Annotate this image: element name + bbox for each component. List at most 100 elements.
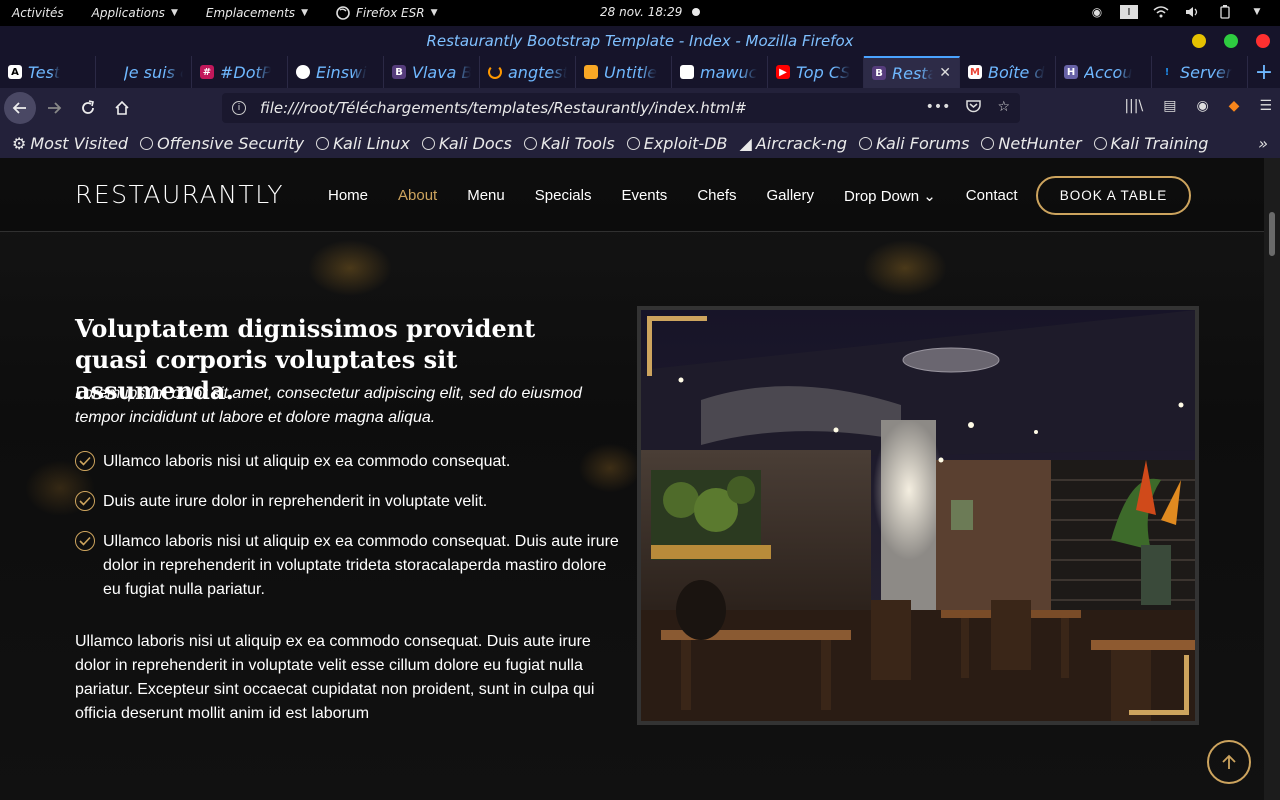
back-button[interactable] xyxy=(4,92,36,124)
bookmark-item[interactable]: Kali Tools xyxy=(523,134,615,153)
bookmarks-overflow-icon[interactable]: » xyxy=(1258,134,1268,153)
nav-specials[interactable]: Specials xyxy=(535,187,592,205)
bookmark-item[interactable]: Kali Docs xyxy=(421,134,512,153)
bookmark-item[interactable]: Offensive Security xyxy=(140,134,304,153)
nav-drop-down[interactable]: Drop Down ⌄ xyxy=(844,187,936,205)
account-icon[interactable]: ◉ xyxy=(1196,98,1208,114)
scrollbar-thumb[interactable] xyxy=(1269,212,1275,256)
new-tab-button[interactable]: + xyxy=(1248,56,1280,88)
nav-label: Drop Down xyxy=(844,188,920,205)
volume-icon[interactable] xyxy=(1184,5,1202,19)
warning-icon: ! xyxy=(1164,66,1170,78)
checklist-item: Duis aute irure dolor in reprehenderit i… xyxy=(75,490,620,514)
tab-label: Boîte d xyxy=(988,62,1045,82)
bookmark-item[interactable]: Kali Linux xyxy=(316,134,410,153)
bookmark-item[interactable]: Kali Training xyxy=(1093,134,1208,153)
tab-2[interactable]: # #DotP xyxy=(192,56,288,88)
nav-chefs[interactable]: Chefs xyxy=(697,187,736,205)
arrow-right-icon xyxy=(48,102,62,114)
tab-7[interactable]: mawuc xyxy=(672,56,768,88)
info-icon[interactable]: i xyxy=(232,101,246,115)
chevron-down-icon: ▼ xyxy=(430,8,438,18)
bookmark-star-icon[interactable]: ☆ xyxy=(997,99,1010,117)
globe-icon xyxy=(859,136,873,150)
hamburger-menu-icon[interactable]: ☰ xyxy=(1259,98,1272,114)
tab-11[interactable]: H Accou xyxy=(1056,56,1152,88)
home-button[interactable] xyxy=(106,92,138,124)
checklist-text: Duis aute irure dolor in reprehenderit i… xyxy=(103,493,488,510)
tab-8[interactable]: ▶ Top CS xyxy=(768,56,864,88)
youtube-icon: ▶ xyxy=(776,65,790,79)
globe-icon xyxy=(626,136,640,150)
nav-label: Contact xyxy=(965,187,1018,204)
nav-home[interactable]: Home xyxy=(328,187,368,205)
library-icon[interactable]: |||\ xyxy=(1124,98,1143,114)
keyboard-icon[interactable]: I xyxy=(1120,5,1138,19)
pocket-icon[interactable] xyxy=(966,99,982,117)
tab-strip: A Test Je suis ca # #DotP Einswi B Vlava B angte… xyxy=(0,56,1280,88)
tab-3[interactable]: Einswi xyxy=(288,56,384,88)
url-bar[interactable]: i file:///root/Téléchargements/templates… xyxy=(222,93,1020,123)
webcam-icon[interactable]: ◉ xyxy=(1088,5,1106,19)
sidebar-icon[interactable]: ▤ xyxy=(1163,98,1176,114)
a-icon: A xyxy=(8,65,22,79)
tab-4[interactable]: B Vlava B xyxy=(384,56,480,88)
firefox-app-menu[interactable]: Firefox ESR ▼ xyxy=(336,6,438,20)
tab-0[interactable]: A Test xyxy=(0,56,96,88)
nav-contact[interactable]: Contact xyxy=(966,187,1018,205)
applications-label: Applications xyxy=(91,6,165,20)
wifi-icon[interactable] xyxy=(1152,5,1170,19)
close-window-button[interactable] xyxy=(1256,34,1270,48)
clock[interactable]: 28 nov. 18:29 xyxy=(600,5,701,19)
book-a-table-button[interactable]: BOOK A TABLE xyxy=(1036,176,1191,215)
tab-5[interactable]: angtest xyxy=(480,56,576,88)
nav-gallery[interactable]: Gallery xyxy=(767,187,815,205)
page-scrollbar[interactable] xyxy=(1264,158,1280,800)
maximize-button[interactable] xyxy=(1224,34,1238,48)
bookmark-item[interactable]: Exploit-DB xyxy=(626,134,727,153)
gold-corner-bottom-right xyxy=(1129,655,1189,715)
tab-12[interactable]: ! Server xyxy=(1152,56,1248,88)
nav-menu[interactable]: Menu xyxy=(467,187,505,205)
tab-1[interactable]: Je suis ca xyxy=(96,56,192,88)
bookmark-label: Kali Forums xyxy=(876,133,970,153)
bookmark-item[interactable]: ◢ Aircrack-ng xyxy=(739,134,847,153)
globe-icon xyxy=(316,136,330,150)
nav-events[interactable]: Events xyxy=(621,187,667,205)
globe-icon xyxy=(1093,136,1107,150)
tab-label: Test xyxy=(28,62,61,82)
nav-about[interactable]: About xyxy=(398,187,437,205)
forward-button[interactable] xyxy=(38,92,70,124)
url-text[interactable]: file:///root/Téléchargements/templates/R… xyxy=(260,99,747,117)
system-menu-caret-icon[interactable]: ▼ xyxy=(1248,5,1266,19)
page-actions-icon[interactable]: ••• xyxy=(926,99,951,117)
back-to-top-button[interactable] xyxy=(1207,740,1251,784)
applications-menu[interactable]: Applications ▼ xyxy=(92,6,178,20)
nav-label: Events xyxy=(621,187,668,204)
metamask-icon[interactable]: ◆ xyxy=(1229,98,1240,114)
checklist-item: Ullamco laboris nisi ut aliquip ex ea co… xyxy=(75,530,620,602)
reload-button[interactable] xyxy=(72,92,104,124)
reload-icon xyxy=(82,100,94,114)
window-title: Restaurantly Bootstrap Template - Index … xyxy=(426,32,854,50)
tab-label: Vlava B xyxy=(412,62,471,82)
battery-icon[interactable] xyxy=(1216,5,1234,19)
github-icon xyxy=(296,65,310,79)
places-label: Emplacements xyxy=(205,6,296,20)
tab-6[interactable]: Untitle xyxy=(576,56,672,88)
tab-9[interactable]: B Resta ✕ xyxy=(864,56,960,88)
activities-button[interactable]: Activités xyxy=(12,6,64,20)
places-menu[interactable]: Emplacements ▼ xyxy=(206,6,308,20)
minimize-button[interactable] xyxy=(1192,34,1206,48)
bookmark-item[interactable]: ⚙ Most Visited xyxy=(12,134,128,153)
globe-icon xyxy=(523,136,537,150)
site-logo[interactable]: RESTAURANTLY xyxy=(75,180,284,209)
tab-label: Einswi xyxy=(316,62,367,82)
nav-label: Chefs xyxy=(697,187,737,204)
bootstrap-icon: B xyxy=(392,65,406,79)
bookmark-item[interactable]: Kali Forums xyxy=(859,134,969,153)
tab-10[interactable]: M Boîte d xyxy=(960,56,1056,88)
close-tab-icon[interactable]: ✕ xyxy=(939,65,951,81)
nav-label: About xyxy=(398,187,438,204)
bookmark-item[interactable]: NetHunter xyxy=(981,134,1082,153)
